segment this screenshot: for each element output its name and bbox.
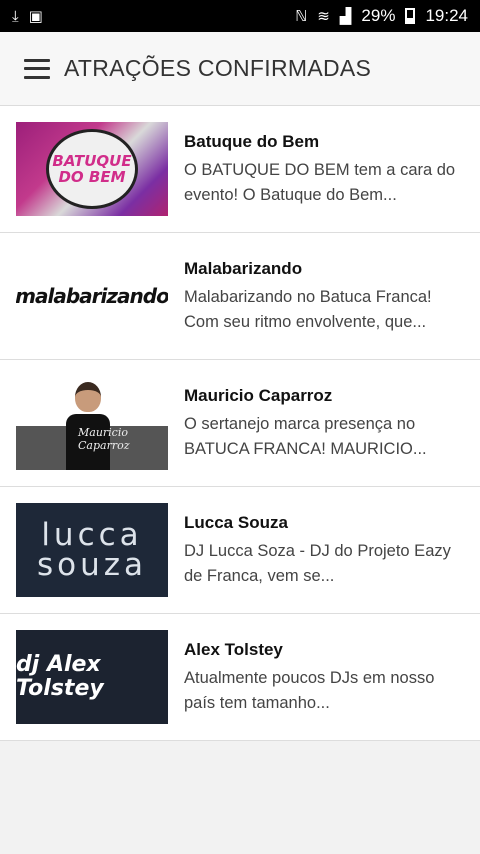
mauricio-caparroz-photo: Mauricio Caparroz bbox=[16, 376, 168, 470]
attractions-list: BATUQUE DO BEM Batuque do Bem O BATUQUE … bbox=[0, 106, 480, 741]
item-info: Batuque do Bem O BATUQUE DO BEM tem a ca… bbox=[184, 130, 464, 208]
item-info: Malabarizando Malabarizando no Batuca Fr… bbox=[184, 257, 464, 335]
item-description: DJ Lucca Soza - DJ do Projeto Eazy de Fr… bbox=[184, 542, 451, 585]
batuque-do-bem-logo: BATUQUE DO BEM bbox=[16, 122, 168, 216]
image-notification-icon: ▣ bbox=[28, 7, 43, 25]
battery-icon bbox=[405, 8, 416, 24]
logo-text: malabarizando bbox=[16, 284, 168, 308]
item-info: Lucca Souza DJ Lucca Soza - DJ do Projet… bbox=[184, 511, 464, 589]
alex-tolstey-logo: dj Alex Tolstey bbox=[16, 630, 168, 724]
menu-icon[interactable] bbox=[24, 58, 50, 79]
logo-text: Mauricio Caparroz bbox=[78, 426, 130, 452]
item-description: Malabarizando no Batuca Franca! Com seu … bbox=[184, 288, 432, 331]
wifi-icon: ≋ bbox=[317, 7, 330, 25]
lucca-souza-logo: lucca souza bbox=[16, 503, 168, 597]
signal-icon: ▟ bbox=[339, 7, 352, 25]
item-name: Mauricio Caparroz bbox=[184, 386, 333, 405]
item-name: Malabarizando bbox=[184, 259, 303, 278]
status-bar-right: ℕ ≋ ▟ 29% 19:24 bbox=[295, 6, 468, 26]
list-item-lucca-souza[interactable]: lucca souza Lucca Souza DJ Lucca Soza - … bbox=[0, 487, 480, 614]
item-name: Batuque do Bem bbox=[184, 132, 320, 151]
list-item-alex-tolstey[interactable]: dj Alex Tolstey Alex Tolstey Atualmente … bbox=[0, 614, 480, 741]
item-description: Atualmente poucos DJs em nosso país tem … bbox=[184, 669, 435, 712]
item-info: Alex Tolstey Atualmente poucos DJs em no… bbox=[184, 638, 464, 716]
list-item-mauricio-caparroz[interactable]: Mauricio Caparroz Mauricio Caparroz O se… bbox=[0, 360, 480, 487]
logo-text: BATUQUE DO BEM bbox=[52, 152, 132, 186]
item-description: O BATUQUE DO BEM tem a cara do evento! O… bbox=[184, 161, 456, 204]
status-bar: ⤓ ▣ ℕ ≋ ▟ 29% 19:24 bbox=[0, 0, 480, 32]
app-toolbar: ATRAÇÕES CONFIRMADAS bbox=[0, 32, 480, 106]
logo-text: dj Alex Tolstey bbox=[16, 652, 104, 701]
battery-percent: 29% bbox=[361, 6, 396, 25]
logo-text: lucca souza bbox=[36, 517, 148, 583]
nfc-icon: ℕ bbox=[295, 7, 308, 25]
item-name: Lucca Souza bbox=[184, 513, 288, 532]
list-item-malabarizando[interactable]: malabarizando Malabarizando Malabarizand… bbox=[0, 233, 480, 360]
status-bar-left: ⤓ ▣ bbox=[12, 9, 43, 24]
malabarizando-logo: malabarizando bbox=[16, 249, 168, 343]
item-name: Alex Tolstey bbox=[184, 640, 283, 659]
clock: 19:24 bbox=[425, 6, 468, 25]
page-title: ATRAÇÕES CONFIRMADAS bbox=[64, 55, 372, 81]
item-info: Mauricio Caparroz O sertanejo marca pres… bbox=[184, 384, 464, 462]
list-item-batuque-do-bem[interactable]: BATUQUE DO BEM Batuque do Bem O BATUQUE … bbox=[0, 106, 480, 233]
download-notification-icon: ⤓ bbox=[12, 7, 19, 25]
item-description: O sertanejo marca presença no BATUCA FRA… bbox=[184, 415, 427, 458]
